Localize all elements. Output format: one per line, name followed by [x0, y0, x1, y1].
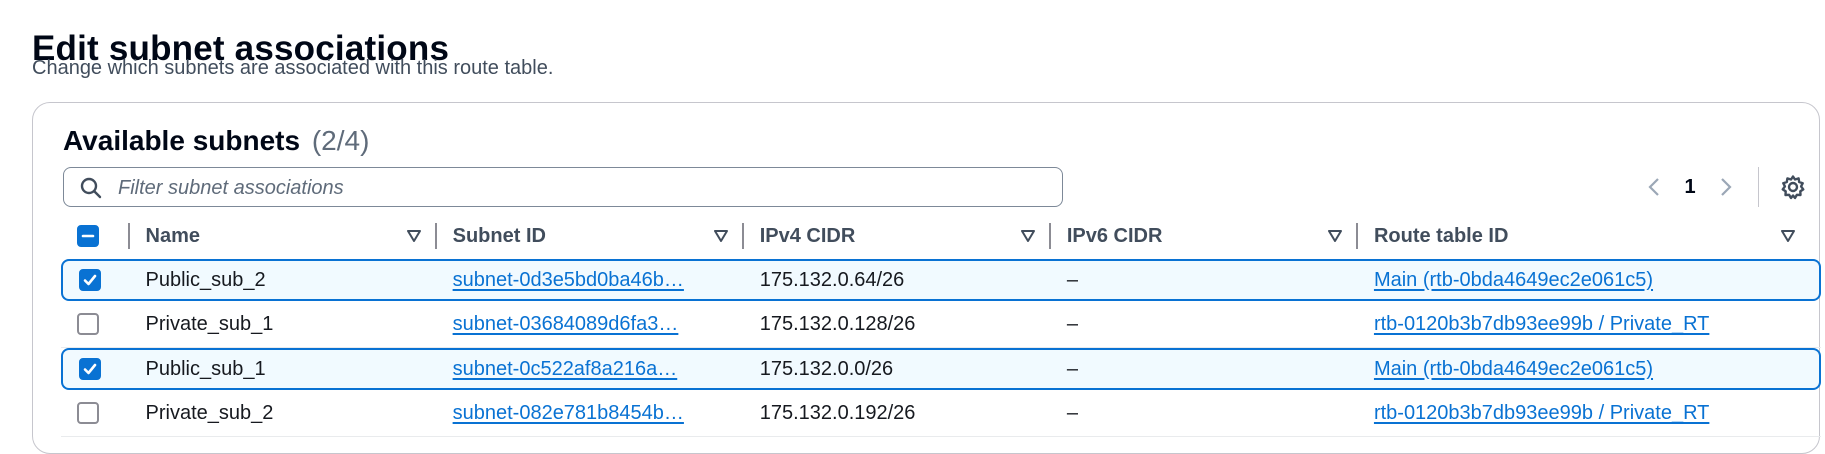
page-description: Change which subnets are associated with… [32, 57, 554, 79]
filter-input[interactable] [116, 170, 1050, 206]
column-label: Name [145, 225, 200, 247]
subnet-name: Private_sub_2 [145, 401, 274, 424]
route-table-link[interactable]: Main (rtb-0bda4649ec2e061c5) [1374, 358, 1653, 380]
ipv6-cell: – [1050, 390, 1358, 437]
chevron-right-icon[interactable] [1716, 175, 1736, 199]
column-header-route-table-id[interactable]: Route table ID [1358, 213, 1821, 259]
ipv4-cidr: 175.132.0.64/26 [759, 268, 905, 291]
select-all-checkbox[interactable] [77, 225, 99, 247]
panel-title: Available subnets [63, 125, 301, 156]
ipv6-cidr: – [1066, 312, 1078, 335]
table-row[interactable]: Private_sub_1 subnet-03684089d6fa3… 175.… [61, 301, 1821, 348]
table-header-row: Name Subnet ID IPv4 CIDR IPv6 CIDR Route… [61, 213, 1821, 259]
selection-count: (2/4) [311, 125, 370, 156]
subnet-id-cell: subnet-03684089d6fa3… [436, 301, 744, 348]
row-checkbox[interactable] [79, 269, 101, 291]
ipv4-cidr: 175.132.0.0/26 [759, 357, 894, 380]
ipv4-cell: 175.132.0.128/26 [743, 301, 1051, 348]
subnet-name: Public_sub_2 [145, 268, 266, 291]
select-all-cell [61, 213, 130, 259]
table-row[interactable]: Private_sub_2 subnet-082e781b8454b… 175.… [61, 390, 1821, 437]
table-row[interactable]: Public_sub_1 subnet-0c522af8a216a… 175.1… [61, 348, 1821, 390]
ipv4-cell: 175.132.0.0/26 [743, 348, 1051, 390]
column-label: IPv6 CIDR [1066, 225, 1163, 247]
search-icon [80, 177, 102, 199]
sort-caret-icon [1020, 230, 1035, 242]
route-table-link[interactable]: Main (rtb-0bda4649ec2e061c5) [1374, 269, 1653, 291]
column-header-ipv6-cidr[interactable]: IPv6 CIDR [1051, 213, 1358, 259]
subnet-id-link[interactable]: subnet-0d3e5bd0ba46b… [453, 269, 684, 291]
sort-caret-icon [1327, 230, 1342, 242]
name-cell: Private_sub_2 [129, 390, 437, 437]
subnet-name: Private_sub_1 [145, 312, 274, 335]
route-table-link[interactable]: rtb-0120b3b7db93ee99b / Private_RT [1374, 313, 1709, 335]
column-label: Subnet ID [452, 225, 546, 247]
subnet-name: Public_sub_1 [145, 357, 266, 380]
route-table-cell: rtb-0120b3b7db93ee99b / Private_RT [1357, 390, 1821, 437]
name-cell: Private_sub_1 [129, 301, 437, 348]
row-checkbox[interactable] [77, 313, 99, 335]
row-checkbox[interactable] [79, 358, 101, 380]
column-label: Route table ID [1373, 225, 1509, 247]
route-table-cell: Main (rtb-0bda4649ec2e061c5) [1357, 259, 1821, 301]
name-cell: Public_sub_2 [129, 259, 437, 301]
subnet-id-link[interactable]: subnet-03684089d6fa3… [453, 313, 679, 335]
pager-divider [1758, 167, 1759, 207]
ipv6-cidr: – [1066, 268, 1078, 291]
subnet-id-link[interactable]: subnet-0c522af8a216a… [453, 358, 678, 380]
route-table-cell: Main (rtb-0bda4649ec2e061c5) [1357, 348, 1821, 390]
ipv6-cidr: – [1066, 401, 1078, 424]
ipv4-cidr: 175.132.0.128/26 [759, 312, 916, 335]
filter-box [63, 167, 1063, 207]
subnet-table: Name Subnet ID IPv4 CIDR IPv6 CIDR Route… [61, 213, 1821, 437]
gear-icon[interactable] [1779, 173, 1807, 201]
row-select-cell [61, 301, 130, 348]
column-label: IPv4 CIDR [759, 225, 856, 247]
available-subnets-panel: Available subnets (2/4) 1 [32, 102, 1821, 454]
ipv4-cidr: 175.132.0.192/26 [759, 401, 916, 424]
page-number[interactable]: 1 [1664, 176, 1716, 199]
row-select-cell [61, 390, 130, 437]
sort-caret-icon [713, 230, 728, 242]
table-row[interactable]: Public_sub_2 subnet-0d3e5bd0ba46b… 175.1… [61, 259, 1821, 301]
column-header-ipv4-cidr[interactable]: IPv4 CIDR [744, 213, 1051, 259]
ipv4-cell: 175.132.0.192/26 [743, 390, 1051, 437]
column-header-name[interactable]: Name [130, 213, 437, 259]
subnet-id-cell: subnet-082e781b8454b… [436, 390, 744, 437]
sort-caret-icon [406, 230, 421, 242]
subnet-id-cell: subnet-0d3e5bd0ba46b… [436, 259, 744, 301]
ipv6-cidr: – [1066, 357, 1078, 380]
row-select-cell [61, 259, 130, 301]
panel-header: Available subnets (2/4) [63, 125, 369, 157]
subnet-id-link[interactable]: subnet-082e781b8454b… [453, 402, 684, 424]
chevron-left-icon[interactable] [1644, 175, 1664, 199]
subnet-id-cell: subnet-0c522af8a216a… [436, 348, 744, 390]
route-table-link[interactable]: rtb-0120b3b7db93ee99b / Private_RT [1374, 402, 1709, 424]
ipv6-cell: – [1050, 301, 1358, 348]
ipv4-cell: 175.132.0.64/26 [743, 259, 1051, 301]
pagination: 1 [1644, 167, 1807, 207]
name-cell: Public_sub_1 [129, 348, 437, 390]
route-table-cell: rtb-0120b3b7db93ee99b / Private_RT [1357, 301, 1821, 348]
sort-caret-icon [1781, 230, 1795, 242]
ipv6-cell: – [1050, 259, 1358, 301]
row-select-cell [61, 348, 130, 390]
column-header-subnet-id[interactable]: Subnet ID [437, 213, 744, 259]
ipv6-cell: – [1050, 348, 1358, 390]
row-checkbox[interactable] [77, 402, 99, 424]
